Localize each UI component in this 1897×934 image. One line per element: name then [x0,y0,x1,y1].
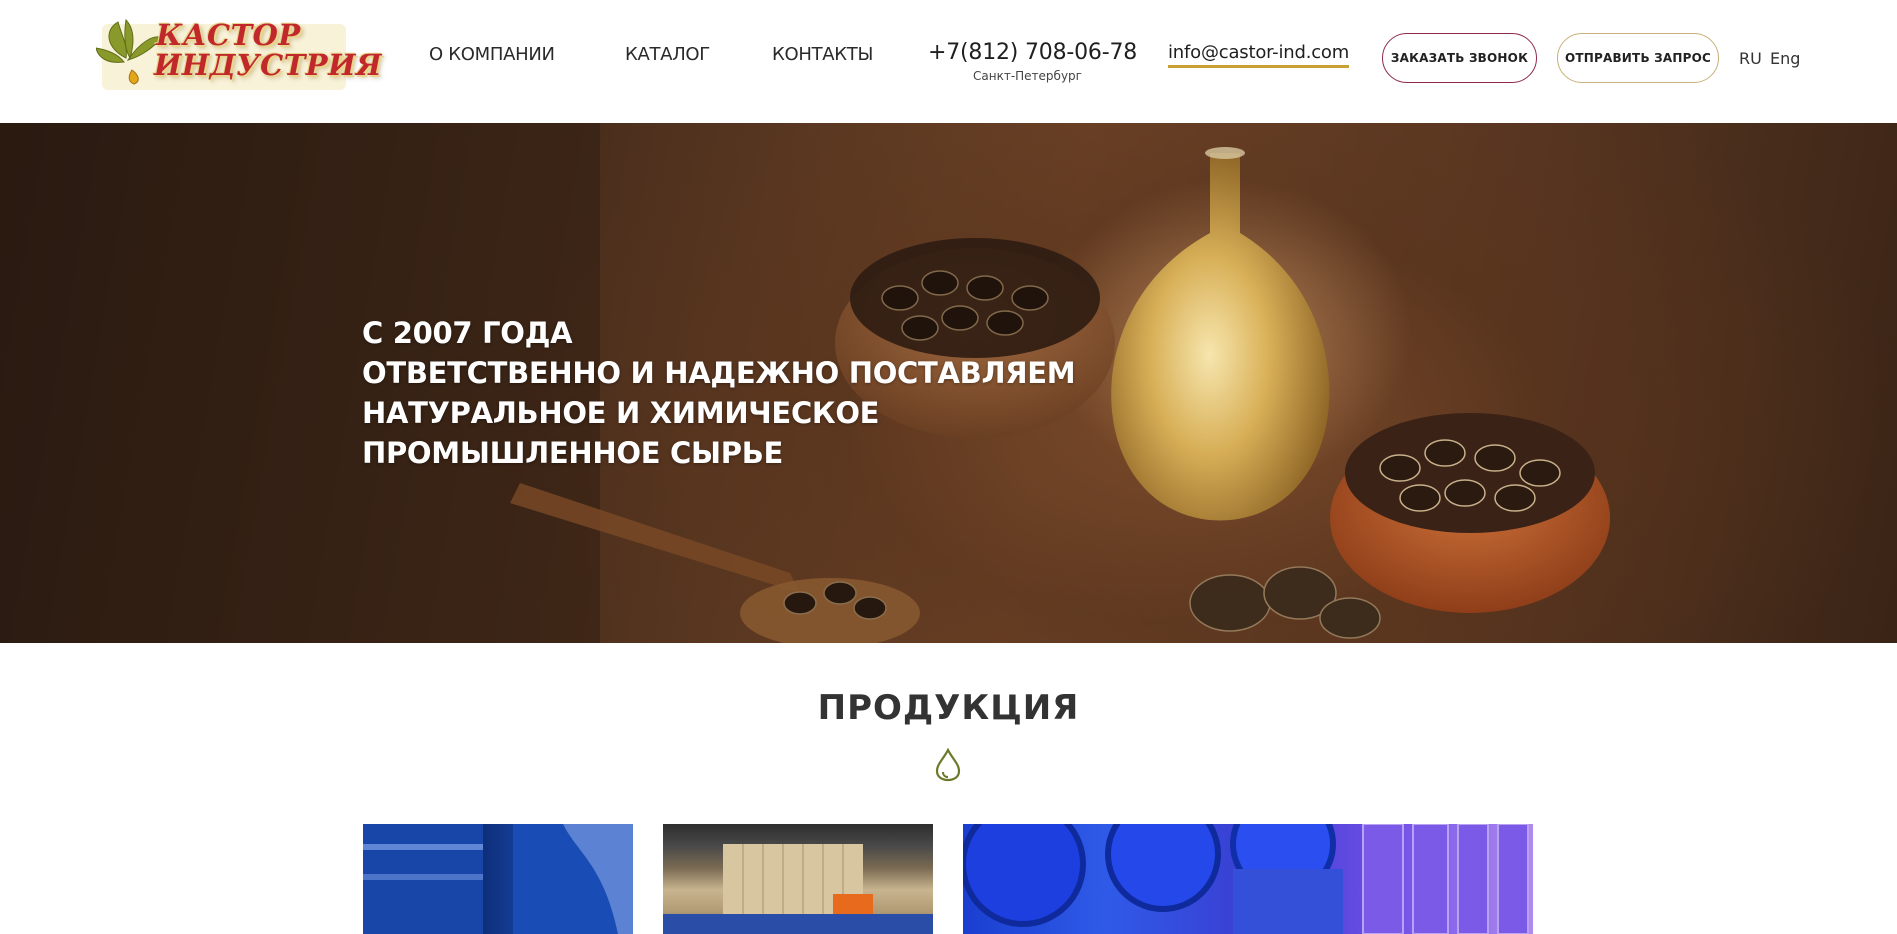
product-card-warehouse[interactable] [663,824,933,934]
language-ru[interactable]: RU [1739,49,1762,68]
logo-line-2: ИНДУСТРИЯ [154,48,383,82]
hero-line-3: НАТУРАЛЬНОЕ И ХИМИЧЕСКОЕ [362,396,880,430]
hero-line-1: С 2007 ГОДА [362,316,573,350]
nav-catalog[interactable]: КАТАЛОГ [625,44,710,65]
site-header: КАСТОР ИНДУСТРИЯ О КОМПАНИИ КАТАЛОГ КОНТ… [0,0,1897,123]
site-logo[interactable]: КАСТОР ИНДУСТРИЯ [96,18,382,94]
hero-line-2: ОТВЕТСТВЕННО И НАДЕЖНО ПОСТАВЛЯЕМ [362,356,1076,390]
product-image [663,844,933,934]
hero-line-4: ПРОМЫШЛЕННОЕ СЫРЬЕ [362,436,784,470]
send-request-button[interactable]: ОТПРАВИТЬ ЗАПРОС [1557,33,1719,83]
product-card-drums[interactable] [963,824,1533,934]
phone-link[interactable]: +7(812) 708-06-78 [928,40,1137,65]
email-link[interactable]: info@castor-ind.com [1168,42,1349,68]
product-image [963,824,1529,934]
phone-city: Санкт-Петербург [973,69,1082,83]
language-en[interactable]: Eng [1770,49,1800,68]
product-card-blue-barrels[interactable] [363,824,633,934]
hero-banner: С 2007 ГОДА ОТВЕТСТВЕННО И НАДЕЖНО ПОСТА… [0,123,1897,643]
oil-drop-icon [934,747,962,786]
products-heading: ПРОДУКЦИЯ [817,688,1080,728]
product-image [363,824,633,934]
logo-line-1: КАСТОР [156,18,301,52]
logo-wordmark: КАСТОР ИНДУСТРИЯ [154,20,382,80]
order-call-button[interactable]: ЗАКАЗАТЬ ЗВОНОК [1382,33,1537,83]
hero-headline: С 2007 ГОДА ОТВЕТСТВЕННО И НАДЕЖНО ПОСТА… [362,313,1076,473]
nav-contacts[interactable]: КОНТАКТЫ [772,44,873,65]
nav-about[interactable]: О КОМПАНИИ [429,44,555,65]
